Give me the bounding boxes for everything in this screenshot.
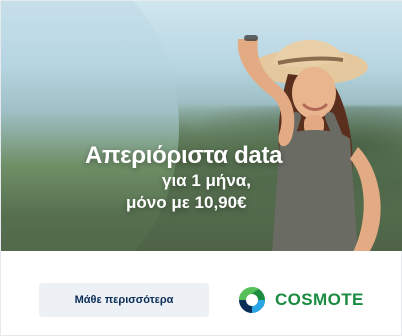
headline-block: Απεριόριστα data για 1 μήνα, μόνο με 10,…	[85, 143, 335, 213]
cosmote-ad[interactable]: Απεριόριστα data για 1 μήνα, μόνο με 10,…	[0, 0, 402, 336]
hero-image[interactable]: Απεριόριστα data για 1 μήνα, μόνο με 10,…	[1, 1, 402, 251]
learn-more-button[interactable]: Μάθε περισσότερα	[39, 283, 209, 317]
face	[292, 67, 336, 119]
cosmote-logo-icon	[239, 287, 265, 313]
headline-subtitle-line-2: μόνο με 10,90€	[126, 193, 247, 212]
headline-subtitle-line-1: για 1 μήνα,	[162, 171, 251, 190]
headline-title: Απεριόριστα data	[85, 142, 283, 169]
cosmote-wordmark: COSMOTE	[275, 290, 364, 309]
cosmote-brand[interactable]: COSMOTE	[237, 285, 364, 315]
bracelet	[244, 35, 258, 41]
hero-background-cut	[1, 1, 179, 251]
woman-with-hat-illustration	[237, 35, 381, 251]
